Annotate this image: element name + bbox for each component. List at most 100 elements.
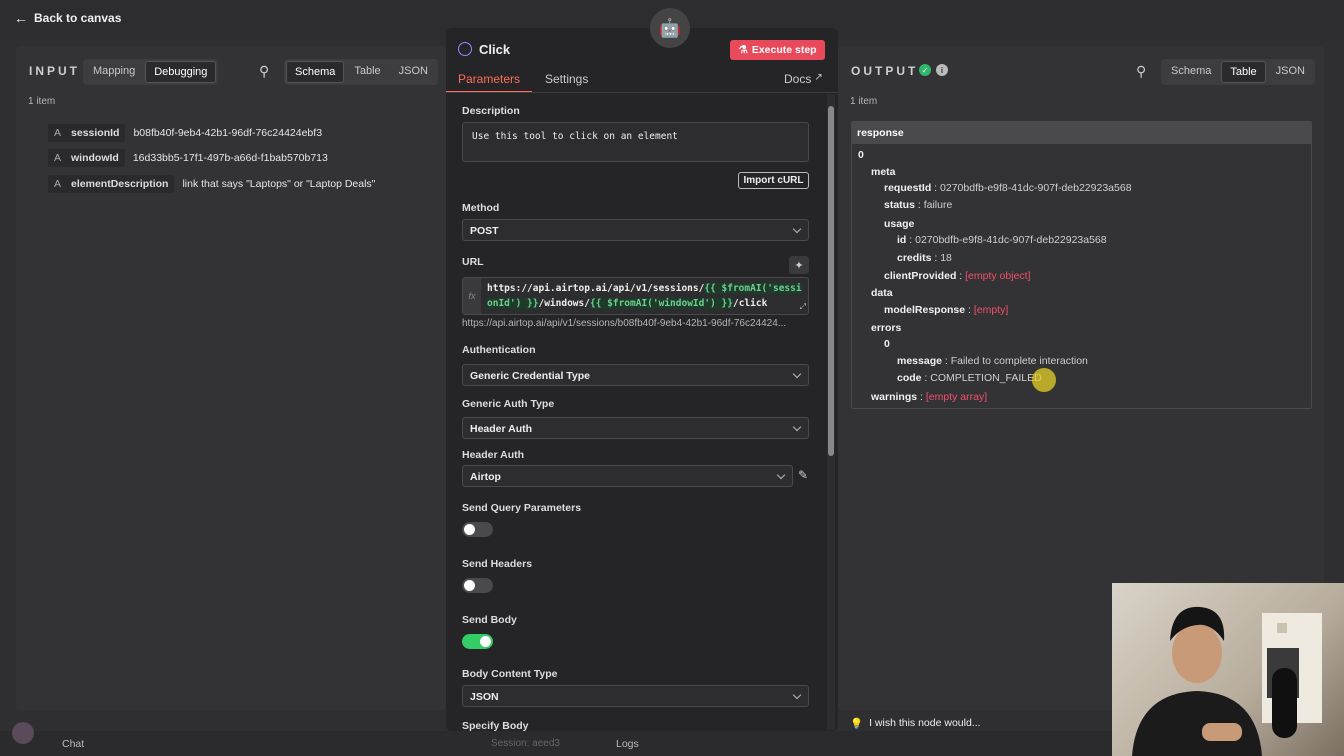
tree-key: errors: [871, 322, 902, 334]
field-pill[interactable]: AwindowId: [48, 149, 125, 167]
search-icon[interactable]: ⚲: [259, 63, 269, 80]
description-textarea[interactable]: Use this tool to click on an element: [462, 122, 809, 162]
tree-value: Failed to complete interaction: [950, 355, 1088, 367]
tree-key: 0: [884, 338, 890, 350]
tree-errors: errors: [871, 322, 901, 334]
session-label: Session: aeed3: [491, 738, 560, 749]
output-view-switch: Schema Table JSON: [1161, 59, 1315, 85]
tab-settings[interactable]: Settings: [545, 72, 588, 86]
tree-modelresponse: modelResponse : [empty]: [884, 304, 1009, 316]
authentication-select[interactable]: Generic Credential Type: [462, 364, 809, 386]
tree-usage: usage: [884, 218, 914, 230]
toggle-knob: [464, 580, 475, 591]
logs-tab[interactable]: Logs: [616, 738, 639, 750]
external-link-icon: ↗: [814, 72, 823, 83]
info-icon[interactable]: i: [936, 64, 948, 76]
send-query-label: Send Query Parameters: [462, 502, 582, 514]
execute-step-button[interactable]: ⚗ Execute step: [730, 40, 825, 60]
body-content-type-label: Body Content Type: [462, 668, 558, 680]
json-view-button[interactable]: JSON: [1268, 61, 1313, 83]
debugging-mode-button[interactable]: Debugging: [145, 61, 217, 83]
table-view-button[interactable]: Table: [1221, 61, 1266, 83]
auth-value: Generic Credential Type: [470, 370, 591, 382]
search-icon[interactable]: ⚲: [1136, 63, 1146, 80]
tree-value: [empty array]: [925, 391, 988, 403]
input-view-switch: Schema Table JSON: [284, 59, 438, 85]
feedback-label: I wish this node would...: [869, 717, 981, 729]
scrollbar-thumb[interactable]: [828, 106, 834, 456]
tree-key: meta: [871, 166, 896, 178]
avatar[interactable]: [12, 722, 34, 744]
send-headers-label: Send Headers: [462, 558, 533, 570]
json-view-button[interactable]: JSON: [391, 61, 436, 83]
field-value: link that says "Laptops" or "Laptop Deal…: [182, 178, 376, 190]
toggle-knob: [480, 636, 491, 647]
output-item-count: 1 item: [850, 96, 878, 107]
tree-code: code : COMPLETION_FAILED: [897, 372, 1042, 384]
tab-parameters[interactable]: Parameters: [458, 72, 520, 86]
tree-value: 0270bdfb-e9f8-41dc-907f-deb22923a568: [940, 182, 1132, 194]
send-headers-toggle[interactable]: [462, 578, 493, 593]
schema-field-elementdescription[interactable]: AelementDescription link that says "Lapt…: [48, 175, 375, 193]
header-auth-select[interactable]: Airtop: [462, 465, 793, 487]
body-content-type-select[interactable]: JSON: [462, 685, 809, 707]
generic-auth-select[interactable]: Header Auth: [462, 417, 809, 439]
url-expression: https://api.airtop.ai/api/v1/sessions/ {{…: [487, 281, 805, 311]
scrollbar[interactable]: [827, 94, 835, 730]
url-expression-field[interactable]: fx https://api.airtop.ai/api/v1/sessions…: [462, 277, 809, 315]
method-select[interactable]: POST: [462, 219, 809, 241]
tree-key: credits: [897, 252, 932, 264]
tree-value: [empty]: [973, 304, 1009, 316]
table-view-button[interactable]: Table: [346, 61, 388, 83]
tree-value: [empty object]: [965, 270, 1031, 282]
chevron-down-icon: [792, 422, 802, 432]
tree-key: requestId: [884, 182, 932, 194]
docs-label: Docs: [784, 72, 812, 86]
tree-key: 0: [858, 149, 864, 161]
method-label: Method: [462, 202, 500, 214]
execute-label: Execute step: [751, 44, 817, 56]
chat-tab[interactable]: Chat: [62, 738, 84, 750]
tree-key: warnings: [871, 391, 918, 403]
tree-clientprovided: clientProvided : [empty object]: [884, 270, 1031, 282]
tree-key: usage: [884, 218, 915, 230]
field-name: sessionId: [71, 127, 120, 139]
tree-credits: credits : 18: [897, 252, 952, 264]
tree-key: clientProvided: [884, 270, 957, 282]
url-part: https://api.airtop.ai/api/v1/sessions/: [487, 283, 705, 294]
send-query-toggle[interactable]: [462, 522, 493, 537]
toggle-knob: [464, 524, 475, 535]
node-settings-panel: Click ⚗ Execute step Parameters Settings …: [446, 28, 838, 732]
header-auth-label: Header Auth: [462, 449, 525, 461]
field-pill[interactable]: AsessionId: [48, 124, 126, 142]
field-pill[interactable]: AelementDescription: [48, 175, 175, 193]
import-curl-button[interactable]: Import cURL: [738, 172, 809, 189]
send-body-toggle[interactable]: [462, 634, 493, 649]
tree-index-0: 0: [858, 149, 864, 161]
tree-meta: meta: [871, 166, 896, 178]
pencil-icon[interactable]: ✎: [798, 468, 808, 482]
tree-key: id: [897, 234, 907, 246]
schema-field-windowid[interactable]: AwindowId 16d33bb5-17f1-497b-a66d-f1bab5…: [48, 149, 328, 167]
field-value: b08fb40f-9eb4-42b1-96df-76c24424ebf3: [133, 127, 323, 139]
back-to-canvas-link[interactable]: ← Back to canvas: [14, 10, 121, 26]
type-icon: A: [54, 127, 62, 139]
cursor-highlight: [1032, 368, 1056, 392]
webcam-overlay: [1112, 583, 1344, 756]
schema-view-button[interactable]: Schema: [286, 61, 345, 83]
feedback-link[interactable]: 💡 I wish this node would...: [850, 717, 981, 730]
schema-view-button[interactable]: Schema: [1163, 61, 1219, 83]
sparkle-icon[interactable]: ✦: [789, 256, 809, 274]
expand-icon[interactable]: ⤢: [800, 302, 806, 312]
schema-field-sessionid[interactable]: AsessionId b08fb40f-9eb4-42b1-96df-76c24…: [48, 124, 322, 142]
tree-warnings: warnings : [empty array]: [871, 391, 988, 403]
generic-auth-label: Generic Auth Type: [462, 398, 555, 410]
response-header: response: [852, 122, 1311, 144]
chevron-down-icon: [792, 690, 802, 700]
tree-data: data: [871, 287, 893, 299]
field-value: 16d33bb5-17f1-497b-a66d-f1bab570b713: [132, 152, 328, 164]
input-item-count: 1 item: [28, 96, 56, 107]
mapping-mode-button[interactable]: Mapping: [85, 61, 143, 83]
tree-key: message: [897, 355, 942, 367]
docs-link[interactable]: Docs ↗: [784, 72, 823, 86]
